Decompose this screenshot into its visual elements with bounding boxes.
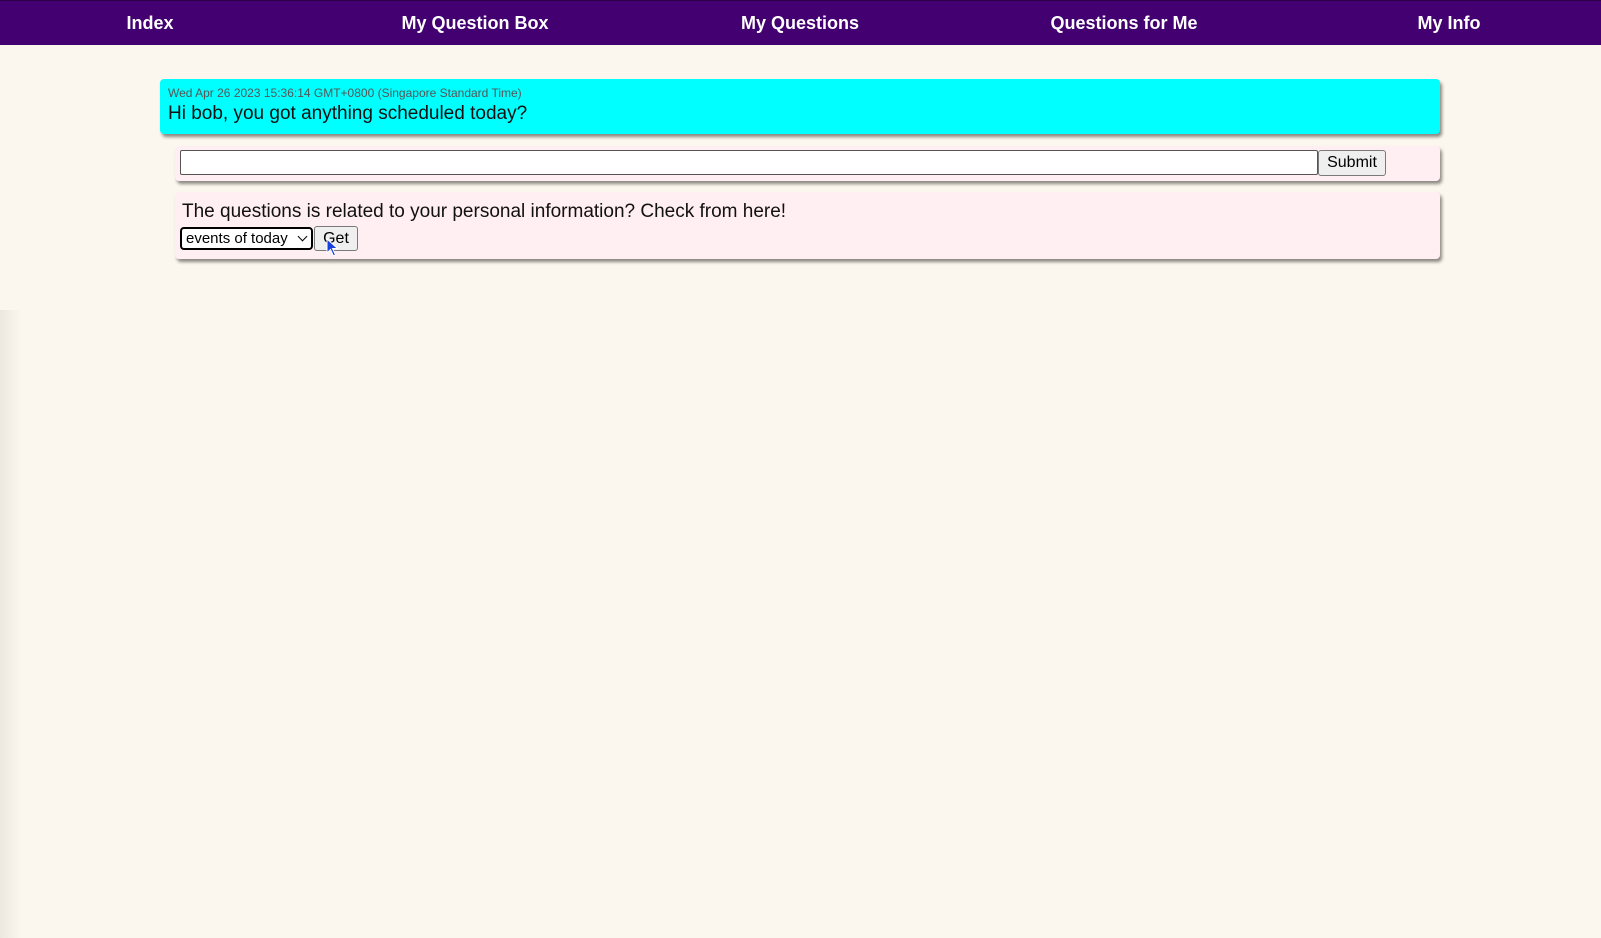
nav-item-questions-for-me[interactable]: Questions for Me — [1050, 1, 1197, 46]
reply-form: Submit — [175, 146, 1440, 181]
submit-button[interactable]: Submit — [1318, 150, 1386, 176]
question-text: Hi bob, you got anything scheduled today… — [168, 103, 528, 124]
personal-info-prompt: The questions is related to your persona… — [182, 201, 787, 222]
nav-item-my-questions[interactable]: My Questions — [741, 1, 859, 46]
nav-item-my-info[interactable]: My Info — [1418, 1, 1481, 46]
question-card: Wed Apr 26 2023 15:36:14 GMT+0800 (Singa… — [160, 79, 1440, 134]
window-edge-shadow — [0, 310, 22, 938]
question-timestamp: Wed Apr 26 2023 15:36:14 GMT+0800 (Singa… — [168, 86, 522, 100]
chevron-down-icon — [297, 231, 308, 242]
get-button[interactable]: Get — [314, 226, 358, 251]
info-category-select[interactable]: events of today — [180, 227, 313, 250]
nav-item-my-question-box[interactable]: My Question Box — [401, 1, 548, 46]
top-nav: Index My Question Box My Questions Quest… — [0, 0, 1601, 45]
info-category-selected-value: events of today — [186, 230, 288, 247]
nav-item-index[interactable]: Index — [126, 1, 173, 46]
personal-info-panel: The questions is related to your persona… — [175, 192, 1440, 259]
reply-input[interactable] — [180, 150, 1318, 175]
